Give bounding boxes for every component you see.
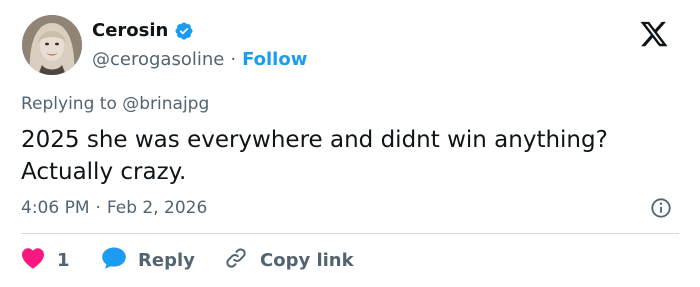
like-count: 1 (57, 249, 70, 271)
copy-link-button[interactable]: Copy link (224, 246, 354, 274)
tweet-meta: 4:06 PM · Feb 2, 2026 (21, 198, 207, 218)
name-row: Cerosin (92, 20, 194, 41)
info-icon[interactable] (650, 197, 672, 219)
replying-to: Replying to @brinajpg (21, 94, 209, 114)
like-button[interactable]: 1 (21, 247, 101, 273)
follow-button[interactable]: Follow (242, 49, 307, 70)
link-icon (224, 246, 248, 274)
action-bar: 1 Reply Copy link (21, 246, 354, 274)
user-handle[interactable]: @cerogasoline (92, 49, 224, 70)
verified-badge-icon (174, 21, 194, 41)
meta-separator: · (95, 198, 101, 218)
reply-bubble-icon (101, 246, 127, 274)
x-logo-icon[interactable] (639, 19, 669, 49)
copy-link-label: Copy link (260, 249, 354, 271)
replying-to-label: Replying to (21, 94, 117, 114)
reply-label: Reply (138, 249, 195, 271)
avatar-image (22, 15, 82, 75)
tweet-date[interactable]: Feb 2, 2026 (107, 198, 207, 218)
heart-icon (21, 247, 45, 273)
avatar[interactable] (22, 15, 82, 75)
reply-mention-link[interactable]: @brinajpg (122, 94, 209, 114)
handle-separator: · (230, 49, 237, 70)
reply-button[interactable]: Reply (101, 246, 224, 274)
display-name[interactable]: Cerosin (92, 20, 168, 41)
tweet-time[interactable]: 4:06 PM (21, 198, 90, 218)
handle-row: @cerogasoline · Follow (92, 49, 307, 70)
divider (21, 233, 679, 234)
tweet-text: 2025 she was everywhere and didnt win an… (21, 127, 608, 185)
tweet-card: Cerosin @cerogasoline · Follow Replying … (0, 0, 700, 287)
